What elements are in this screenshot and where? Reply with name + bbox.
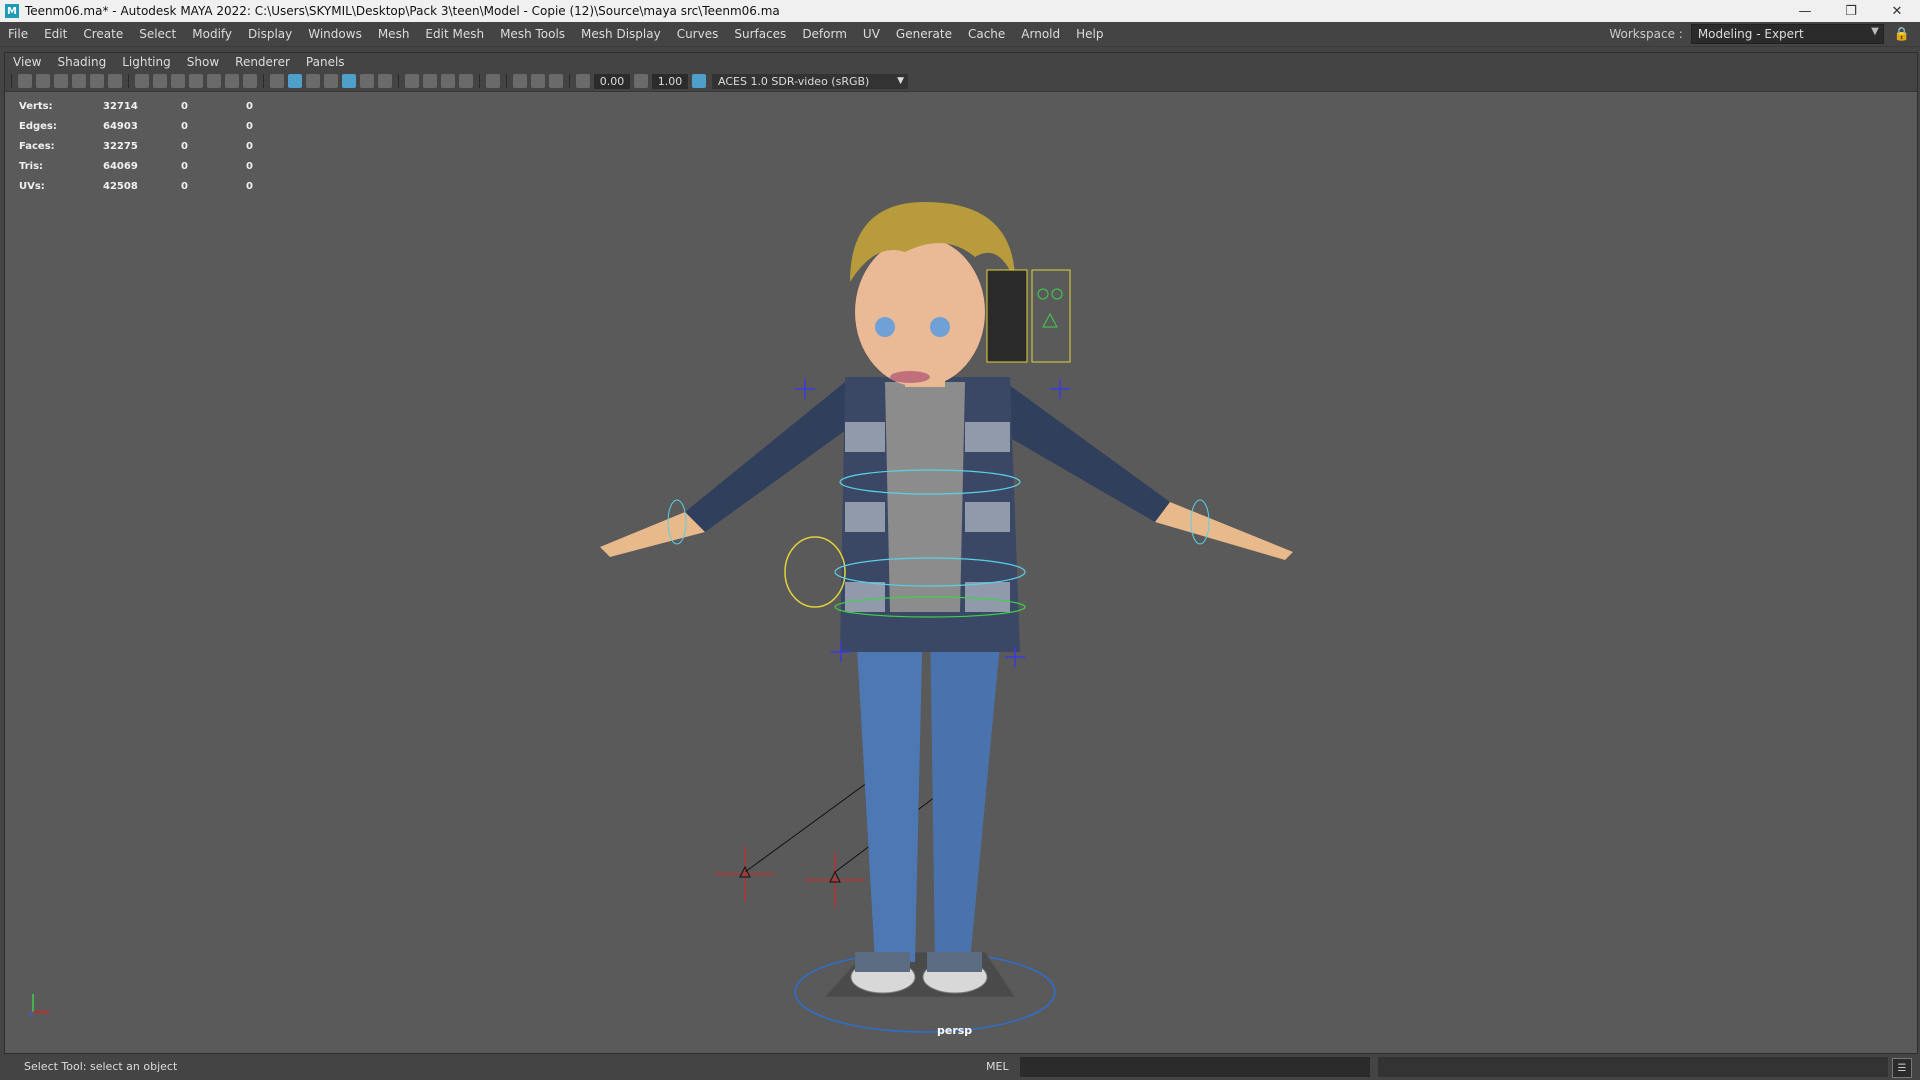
lock-icon[interactable]: 🔒 <box>1894 27 1910 42</box>
camera-label: persp <box>937 1024 973 1037</box>
viewport-panel: View Shading Lighting Show Renderer Pane… <box>4 52 1918 1054</box>
camera-attributes-icon[interactable] <box>36 74 50 88</box>
menu-surfaces[interactable]: Surfaces <box>726 27 794 41</box>
menu-edit[interactable]: Edit <box>36 27 75 41</box>
menu-deform[interactable]: Deform <box>794 27 855 41</box>
panel-menu-panels[interactable]: Panels <box>298 55 353 69</box>
menu-mesh-display[interactable]: Mesh Display <box>573 27 669 41</box>
title-bar: M Teenm06.ma* - Autodesk MAYA 2022: C:\U… <box>0 0 1920 22</box>
wireframe-icon[interactable] <box>270 74 284 88</box>
bookmark-icon[interactable] <box>54 74 68 88</box>
workspace-dropdown[interactable]: Modeling - Expert ▼ <box>1690 24 1884 44</box>
menu-windows[interactable]: Windows <box>300 27 370 41</box>
hip-control[interactable] <box>784 536 846 608</box>
minimize-icon[interactable]: — <box>1782 0 1828 22</box>
character-model[interactable] <box>5 92 1917 1053</box>
view-transform-dropdown[interactable]: ACES 1.0 SDR-video (sRGB) ▼ <box>712 73 908 89</box>
restore-icon[interactable]: ❐ <box>1828 0 1874 22</box>
gate-mask-icon[interactable] <box>189 74 203 88</box>
menu-mesh-tools[interactable]: Mesh Tools <box>492 27 573 41</box>
chevron-down-icon: ▼ <box>897 76 904 86</box>
isolate-select-icon[interactable] <box>486 74 500 88</box>
xray-icon[interactable] <box>513 74 527 88</box>
motion-blur-icon[interactable] <box>423 74 437 88</box>
menu-file[interactable]: File <box>0 27 36 41</box>
help-line: Select Tool: select an object MEL ☰ <box>0 1054 1920 1080</box>
knee-pole-vector-left[interactable] <box>715 847 775 902</box>
xray-joints-icon[interactable] <box>549 74 563 88</box>
script-editor-icon[interactable]: ☰ <box>1892 1058 1912 1078</box>
workspace-label: Workspace : <box>1609 27 1683 41</box>
exposure-field[interactable]: 0.00 <box>594 73 630 89</box>
menu-help[interactable]: Help <box>1068 27 1111 41</box>
command-line-input[interactable] <box>1020 1057 1370 1077</box>
menu-generate[interactable]: Generate <box>888 27 960 41</box>
view-transform-value: ACES 1.0 SDR-video (sRGB) <box>718 74 870 88</box>
menu-curves[interactable]: Curves <box>669 27 727 41</box>
status-message: Select Tool: select an object <box>24 1060 178 1073</box>
menu-display[interactable]: Display <box>240 27 300 41</box>
exposure-icon[interactable] <box>576 74 590 88</box>
mel-language-toggle[interactable]: MEL <box>986 1060 1009 1073</box>
xray-active-components-icon[interactable] <box>531 74 545 88</box>
workspace-selector: Workspace : Modeling - Expert ▼ 🔒 <box>1609 22 1910 46</box>
menu-cache[interactable]: Cache <box>960 27 1013 41</box>
menu-select[interactable]: Select <box>131 27 184 41</box>
shadows-icon[interactable] <box>378 74 392 88</box>
gamma-icon[interactable] <box>634 74 648 88</box>
depth-of-field-icon[interactable] <box>459 74 473 88</box>
maya-app: M Teenm06.ma* - Autodesk MAYA 2022: C:\U… <box>0 0 1920 1080</box>
maya-logo-icon: M <box>5 4 19 18</box>
resolution-gate-icon[interactable] <box>171 74 185 88</box>
panel-menu-show[interactable]: Show <box>179 55 227 69</box>
film-gate-icon[interactable] <box>153 74 167 88</box>
panel-toolbar: 0.00 1.00 ACES 1.0 SDR-video (sRGB) ▼ <box>5 71 1917 92</box>
panel-menu-shading[interactable]: Shading <box>49 55 114 69</box>
menu-arnold[interactable]: Arnold <box>1013 27 1068 41</box>
menu-modify[interactable]: Modify <box>184 27 240 41</box>
menu-edit-mesh[interactable]: Edit Mesh <box>417 27 492 41</box>
color-management-icon[interactable] <box>692 74 706 88</box>
2d-pan-zoom-icon[interactable] <box>90 74 104 88</box>
workspace-value: Modeling - Expert <box>1697 27 1804 41</box>
view-axis-gizmo <box>28 994 49 1017</box>
grid-icon[interactable] <box>135 74 149 88</box>
persp-viewport[interactable]: Verts: 32714 0 0 Edges: 64903 0 0 Faces:… <box>5 92 1917 1053</box>
panel-menu-renderer[interactable]: Renderer <box>227 55 298 69</box>
close-icon[interactable]: ✕ <box>1874 0 1920 22</box>
chevron-down-icon: ▼ <box>1871 26 1879 37</box>
use-default-material-icon[interactable] <box>306 74 320 88</box>
screen-space-ao-icon[interactable] <box>405 74 419 88</box>
field-chart-icon[interactable] <box>207 74 221 88</box>
menu-mesh[interactable]: Mesh <box>370 27 418 41</box>
image-plane-icon[interactable] <box>72 74 86 88</box>
window-title: Teenm06.ma* - Autodesk MAYA 2022: C:\Use… <box>25 4 780 18</box>
panel-menu-bar: View Shading Lighting Show Renderer Pane… <box>5 53 1917 71</box>
panel-menu-lighting[interactable]: Lighting <box>114 55 179 69</box>
panel-menu-view[interactable]: View <box>5 55 49 69</box>
wireframe-on-shaded-icon[interactable] <box>324 74 338 88</box>
grease-pencil-icon[interactable] <box>108 74 122 88</box>
safe-title-icon[interactable] <box>243 74 257 88</box>
menu-create[interactable]: Create <box>75 27 131 41</box>
smooth-shade-icon[interactable] <box>288 74 302 88</box>
command-result-field <box>1378 1057 1888 1077</box>
gamma-field[interactable]: 1.00 <box>652 73 688 89</box>
safe-action-icon[interactable] <box>225 74 239 88</box>
textured-icon[interactable] <box>342 74 356 88</box>
select-camera-icon[interactable] <box>18 74 32 88</box>
face-rig-panel[interactable] <box>986 269 1071 363</box>
menu-uv[interactable]: UV <box>855 27 888 41</box>
use-all-lights-icon[interactable] <box>360 74 374 88</box>
knee-pole-vector-right[interactable] <box>805 852 865 908</box>
anti-aliasing-icon[interactable] <box>441 74 455 88</box>
